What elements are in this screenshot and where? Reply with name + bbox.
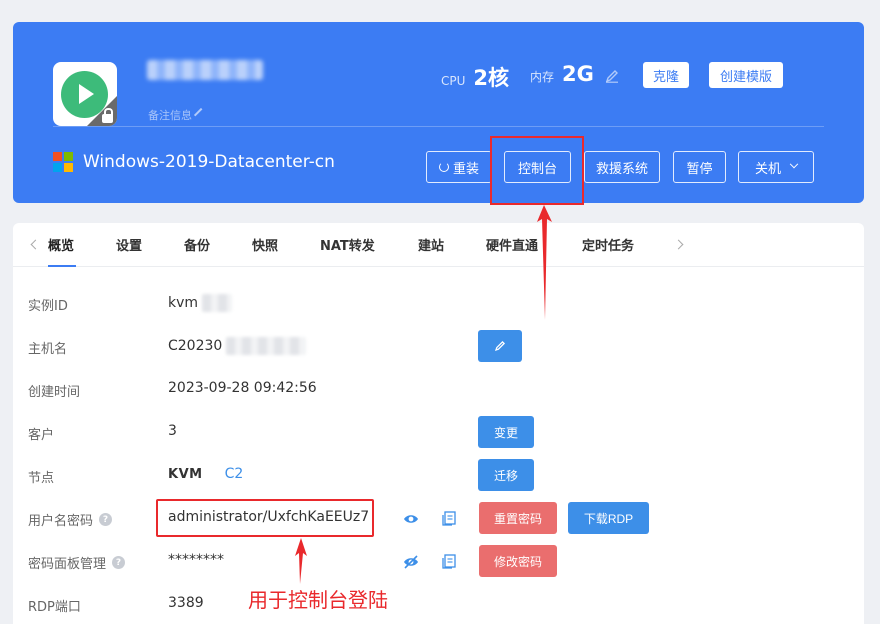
download-rdp-button[interactable]: 下载RDP <box>568 502 649 534</box>
help-icon[interactable]: ? <box>99 513 113 526</box>
pencil-icon <box>494 340 506 352</box>
instance-name-redacted <box>147 60 263 80</box>
tab-backup[interactable]: 备份 <box>184 235 210 254</box>
instance-header: 备注信息 CPU 2核 内存 2G 克隆 创建模版 Windows-2019-D… <box>13 22 864 203</box>
memory-value: 2G <box>562 62 594 86</box>
lock-icon <box>102 108 113 123</box>
tab-scheduled[interactable]: 定时任务 <box>582 235 634 254</box>
credentials-highlight-box <box>156 499 374 537</box>
modify-password-button[interactable]: 修改密码 <box>479 545 557 577</box>
shutdown-dropdown[interactable]: 关机 <box>738 151 814 183</box>
rdp-port-value: 3389 <box>168 595 204 611</box>
row-client: 客户 3 <box>28 423 177 443</box>
row-credentials: 用户名密码 ? administrator/UxfchKaEEUz7 <box>28 509 370 529</box>
cpu-spec: CPU 2核 <box>441 62 509 92</box>
rescue-system-button[interactable]: 救援系统 <box>584 151 660 183</box>
clone-button[interactable]: 克隆 <box>643 62 689 88</box>
memory-label: 内存 <box>530 70 555 84</box>
refresh-icon <box>438 162 449 172</box>
copy-icon[interactable] <box>441 553 457 569</box>
created-value: 2023-09-28 09:42:56 <box>168 380 317 396</box>
instance-id-value: kvm <box>168 295 199 311</box>
tab-settings[interactable]: 设置 <box>116 235 142 254</box>
change-client-button[interactable]: 变更 <box>478 416 534 448</box>
edit-hostname-button[interactable] <box>478 330 522 362</box>
tab-site[interactable]: 建站 <box>418 235 444 254</box>
reset-password-button[interactable]: 重置密码 <box>479 502 557 534</box>
cpu-label: CPU <box>441 74 466 88</box>
hide-password-icon[interactable] <box>403 554 419 570</box>
edit-memory-icon[interactable] <box>605 69 619 83</box>
tab-overview[interactable]: 概览 <box>48 235 74 254</box>
show-password-icon[interactable] <box>403 511 419 527</box>
edit-icon[interactable] <box>193 107 209 123</box>
chevron-right-icon[interactable] <box>673 239 684 250</box>
row-instance-id: 实例ID kvm <box>13 288 864 318</box>
row-created: 创建时间 2023-09-28 09:42:56 <box>28 380 317 400</box>
console-highlight-box <box>490 136 584 205</box>
active-tab-indicator <box>48 265 76 267</box>
chevron-left-icon[interactable] <box>30 239 41 250</box>
panel-password-value: ******** <box>168 552 224 568</box>
annotation-text: 用于控制台登陆 <box>248 588 388 612</box>
cpu-value: 2核 <box>473 66 510 90</box>
row-rdp-port: RDP端口 3389 <box>28 595 204 615</box>
os-info: Windows-2019-Datacenter-cn <box>53 152 335 172</box>
copy-icon[interactable] <box>441 510 457 526</box>
memory-spec: 内存 2G <box>530 62 594 86</box>
create-template-button[interactable]: 创建模版 <box>709 62 783 88</box>
row-node: 节点 KVM C2 <box>28 466 244 486</box>
tab-bar: 概览 设置 备份 快照 NAT转发 建站 硬件直通 定时任务 <box>13 223 864 267</box>
tab-snapshot[interactable]: 快照 <box>252 235 278 254</box>
hostname-value: C20230 <box>168 338 223 354</box>
instance-avatar <box>53 62 117 126</box>
header-divider <box>53 126 824 127</box>
reinstall-button[interactable]: 重装 <box>426 151 492 183</box>
row-hostname: 主机名 C20230 <box>13 331 864 361</box>
row-panel-password: 密码面板管理 ? ******** <box>28 552 224 572</box>
kvm-logo: KVM <box>168 466 203 482</box>
os-name: Windows-2019-Datacenter-cn <box>83 152 335 172</box>
windows-icon <box>53 152 73 172</box>
tab-passthrough[interactable]: 硬件直通 <box>486 235 538 254</box>
remark-field[interactable]: 备注信息 <box>148 107 209 123</box>
remark-label: 备注信息 <box>148 109 192 122</box>
help-icon[interactable]: ? <box>112 556 126 569</box>
node-link[interactable]: C2 <box>225 466 244 482</box>
pause-button[interactable]: 暂停 <box>673 151 726 183</box>
client-value: 3 <box>168 423 177 439</box>
tab-nat[interactable]: NAT转发 <box>320 235 375 254</box>
migrate-button[interactable]: 迁移 <box>478 459 534 491</box>
chevron-down-icon <box>789 159 799 169</box>
